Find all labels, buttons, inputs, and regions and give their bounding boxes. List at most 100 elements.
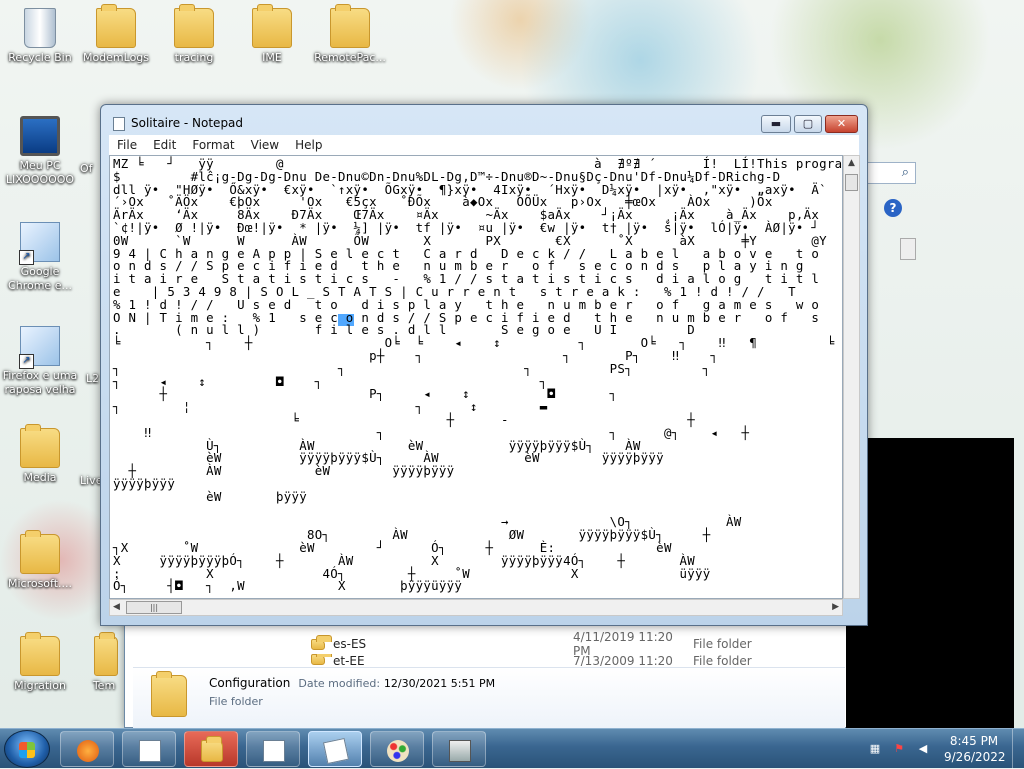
printer-icon: [449, 740, 471, 762]
explorer-search-box[interactable]: ⌕: [864, 162, 916, 184]
desktop-icon-recycle-bin[interactable]: Recycle Bin: [2, 8, 78, 65]
desktop-icon-label: Media: [23, 471, 57, 484]
folder-icon: [330, 4, 370, 48]
vertical-scroll-thumb[interactable]: [845, 174, 858, 191]
desktop-icon-label: Recycle Bin: [8, 51, 72, 64]
details-pane: Configuration Date modified: 12/30/2021 5…: [133, 667, 845, 728]
maximize-icon: ▢: [802, 117, 814, 130]
desktop-icon-label: Firefox e uma raposa velha: [2, 369, 78, 396]
horizontal-scrollbar[interactable]: ◀ ||| ▶: [109, 599, 843, 616]
desktop-icon-partial-tem[interactable]: Tem: [84, 632, 124, 693]
taskbar-notepad-1[interactable]: [122, 731, 176, 767]
taskbar-fax-scan[interactable]: [432, 731, 486, 767]
close-icon: ✕: [836, 117, 847, 130]
desktop-icon-label: Meu PC LIXOOOOOO: [5, 159, 75, 186]
window-title: Solitaire - Notepad: [131, 116, 244, 130]
folder-icon: [20, 424, 60, 468]
scroll-up-icon[interactable]: ▲: [848, 158, 855, 168]
menu-help[interactable]: Help: [287, 138, 330, 152]
network-icon[interactable]: ▦: [868, 742, 882, 756]
black-window-region: [846, 438, 1014, 728]
vertical-scrollbar[interactable]: ▲: [843, 155, 860, 599]
menu-view[interactable]: View: [243, 138, 287, 152]
desktop-icon-partial-live[interactable]: Live: [80, 474, 102, 488]
file-row[interactable]: es-ES 4/11/2019 11:20 PM File folder: [305, 630, 845, 658]
clock-date: 9/26/2022: [944, 750, 1006, 764]
file-row[interactable]: et-EE 7/13/2009 11:20 PM File folder: [305, 654, 845, 666]
action-center-icon[interactable]: ⚑: [892, 742, 906, 756]
text-editor-area[interactable]: MZ ╘ ┘ ÿÿ @ à ∄º∄ ´ Í! LÍ!This program $…: [109, 155, 843, 599]
notepad-icon: [263, 740, 285, 762]
taskbar-paint[interactable]: [370, 731, 424, 767]
clock-time: 8:45 PM: [949, 734, 999, 748]
media-player-icon: [77, 740, 99, 762]
folder-icon: [151, 671, 187, 717]
start-button[interactable]: [4, 730, 50, 768]
scroll-right-icon[interactable]: ▶: [832, 602, 839, 612]
folder-icon: [311, 634, 332, 650]
folder-icon: [20, 632, 60, 676]
volume-icon[interactable]: ◀: [916, 742, 930, 756]
shortcut-icon: [19, 222, 60, 265]
desktop-icon-label: Microsoft....: [7, 577, 73, 590]
desktop-icon-ime[interactable]: IME: [234, 4, 310, 65]
desktop-icon-google-chrome[interactable]: Google Chrome e...: [2, 222, 78, 293]
taskbar: ▦ ⚑ ◀ 8:45 PM 9/26/2022: [0, 728, 1024, 769]
folder-icon: [96, 4, 136, 48]
minimize-icon: ▬: [770, 117, 782, 130]
folder-icon: [252, 4, 292, 48]
paint-palette-icon: [387, 740, 409, 762]
desktop-icon-tracing[interactable]: tracing: [156, 4, 232, 65]
scroll-left-icon[interactable]: ◀: [113, 602, 120, 612]
desktop: Recycle Bin ModemLogs tracing IME Remote…: [0, 0, 1024, 728]
menu-edit[interactable]: Edit: [145, 138, 184, 152]
clock[interactable]: 8:45 PM 9/26/2022: [944, 733, 1006, 765]
horizontal-scroll-thumb[interactable]: |||: [126, 601, 182, 614]
desktop-icon-migration[interactable]: Migration: [2, 632, 78, 693]
desktop-icon-label: Live: [80, 474, 103, 487]
file-date: 7/13/2009 11:20 PM: [573, 654, 673, 666]
file-name: et-EE: [333, 654, 365, 666]
maximize-button[interactable]: ▢: [794, 115, 822, 133]
desktop-icon-remotepac[interactable]: RemotePac...: [312, 4, 388, 65]
desktop-icon-firefox[interactable]: Firefox e uma raposa velha: [2, 326, 78, 397]
desktop-icon-label: Migration: [14, 679, 66, 692]
desktop-icon-label: IME: [262, 51, 282, 64]
details-type: File folder: [209, 695, 263, 708]
desktop-icon-modemlogs[interactable]: ModemLogs: [78, 4, 154, 65]
file-type: File folder: [693, 654, 752, 666]
menu-format[interactable]: Format: [184, 138, 242, 152]
show-desktop-button[interactable]: [1012, 729, 1024, 769]
details-date-value: 12/30/2021 5:51 PM: [383, 677, 496, 690]
close-button[interactable]: ✕: [825, 115, 858, 133]
folder-icon: [20, 530, 60, 574]
desktop-icon-label: Tem: [92, 679, 116, 692]
folder-icon: [174, 4, 214, 48]
folder-icon: [201, 736, 223, 762]
details-line: Configuration Date modified: 12/30/2021 5…: [209, 676, 495, 690]
taskbar-notepad-active[interactable]: [308, 731, 362, 767]
desktop-icon-partial-of[interactable]: Of: [80, 162, 100, 176]
help-icon[interactable]: ?: [884, 199, 902, 217]
desktop-icon-media[interactable]: Media: [2, 424, 78, 485]
minimize-button[interactable]: ▬: [761, 115, 791, 133]
explorer-scrollbar[interactable]: [900, 238, 916, 260]
taskbar-notepad-2[interactable]: [246, 731, 300, 767]
desktop-icon-label: Of: [80, 162, 93, 175]
taskbar-media-player[interactable]: [60, 731, 114, 767]
taskbar-explorer[interactable]: [184, 731, 238, 767]
notepad-icon: [139, 740, 161, 762]
shortcut-icon: [19, 326, 60, 369]
notepad-icon: [322, 737, 350, 765]
desktop-icon-label: ModemLogs: [82, 51, 150, 64]
details-date-label: Date modified:: [298, 677, 381, 690]
document-text: MZ ╘ ┘ ÿÿ @ à ∄º∄ ´ Í! LÍ!This program $…: [113, 156, 843, 594]
file-name: es-ES: [333, 637, 367, 651]
search-icon: ⌕: [901, 165, 909, 180]
notepad-window[interactable]: Solitaire - Notepad ▬ ▢ ✕ File Edit Form…: [100, 104, 868, 626]
menu-bar: File Edit Format View Help: [109, 135, 859, 155]
menu-file[interactable]: File: [109, 138, 145, 152]
details-name: Configuration: [209, 676, 291, 690]
desktop-icon-microsoft[interactable]: Microsoft....: [2, 530, 78, 591]
desktop-icon-my-pc[interactable]: Meu PC LIXOOOOOO: [2, 116, 78, 187]
